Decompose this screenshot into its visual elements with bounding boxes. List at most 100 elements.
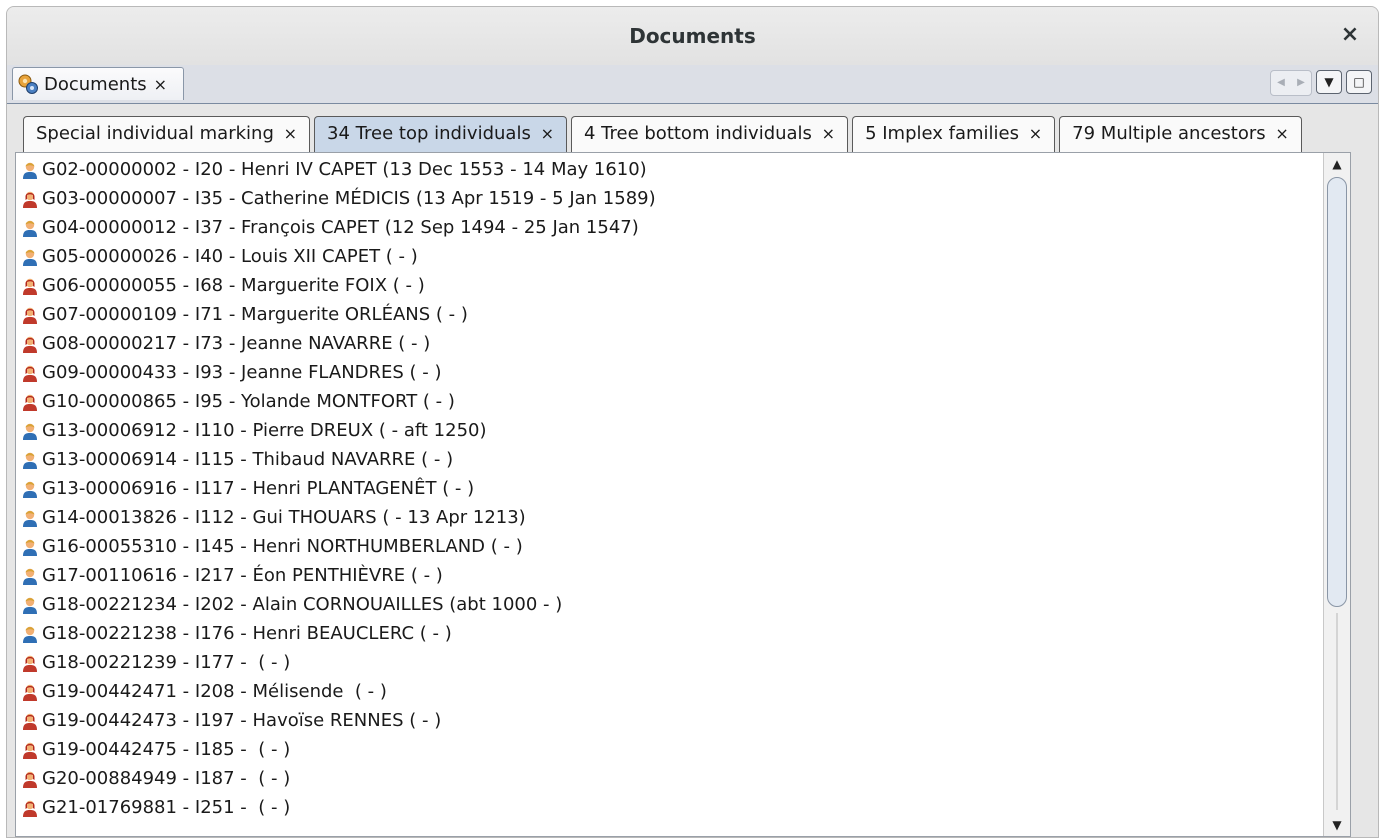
list-item-text: G10-00000865 - I95 - Yolande MONTFORT ( … bbox=[42, 391, 455, 412]
list-item[interactable]: G13-00006914 - I115 - Thibaud NAVARRE ( … bbox=[16, 445, 1322, 474]
tab-scroll-right-button[interactable]: ▶ bbox=[1291, 71, 1311, 95]
female-person-icon bbox=[22, 799, 38, 817]
tab-documents-close-button[interactable]: × bbox=[154, 75, 167, 94]
list-item-text: G04-00000012 - I37 - François CAPET (12 … bbox=[42, 217, 639, 238]
tab-scroll-buttons: ◀ ▶ bbox=[1270, 70, 1312, 96]
list-item[interactable]: G03-00000007 - I35 - Catherine MÉDICIS (… bbox=[16, 184, 1322, 213]
sub-tab-label: 4 Tree bottom individuals bbox=[583, 123, 812, 144]
list-item[interactable]: G13-00006916 - I117 - Henri PLANTAGENÊT … bbox=[16, 474, 1322, 503]
female-person-icon bbox=[22, 770, 38, 788]
list-item[interactable]: G02-00000002 - I20 - Henri IV CAPET (13 … bbox=[16, 155, 1322, 184]
sub-tab-close-button[interactable]: × bbox=[541, 124, 554, 143]
document-tab-bar: Documents × ◀ ▶ ▼ □ bbox=[7, 65, 1378, 104]
list-item[interactable]: G19-00442471 - I208 - Mélisende ( - ) bbox=[16, 677, 1322, 706]
sub-tab-label: 5 Implex families bbox=[865, 123, 1020, 144]
list-item[interactable]: G09-00000433 - I93 - Jeanne FLANDRES ( -… bbox=[16, 358, 1322, 387]
scroll-down-arrow-icon[interactable]: ▼ bbox=[1324, 814, 1350, 836]
sub-tab-close-button[interactable]: × bbox=[822, 124, 835, 143]
tab-special-individual-marking[interactable]: Special individual marking × bbox=[23, 116, 311, 152]
scrollbar-thumb[interactable] bbox=[1327, 177, 1347, 607]
male-person-icon bbox=[22, 161, 38, 179]
list-item[interactable]: G10-00000865 - I95 - Yolande MONTFORT ( … bbox=[16, 387, 1322, 416]
female-person-icon bbox=[22, 277, 38, 295]
list-item-text: G19-00442471 - I208 - Mélisende ( - ) bbox=[42, 681, 387, 702]
window-close-button[interactable]: × bbox=[1336, 21, 1364, 49]
female-person-icon bbox=[22, 741, 38, 759]
list-item-text: G13-00006916 - I117 - Henri PLANTAGENÊT … bbox=[42, 478, 475, 499]
list-item[interactable]: G21-01769881 - I251 - ( - ) bbox=[16, 793, 1322, 822]
list-item-text: G19-00442473 - I197 - Havoïse RENNES ( -… bbox=[42, 710, 442, 731]
female-person-icon bbox=[22, 190, 38, 208]
tab-documents[interactable]: Documents × bbox=[12, 67, 184, 100]
female-person-icon bbox=[22, 712, 38, 730]
list-item-text: G03-00000007 - I35 - Catherine MÉDICIS (… bbox=[42, 188, 656, 209]
sub-tab-close-button[interactable]: × bbox=[1275, 124, 1288, 143]
tab-implex-families[interactable]: 5 Implex families × bbox=[852, 116, 1056, 152]
scrollbar-track bbox=[1336, 613, 1338, 810]
list-item[interactable]: G18-00221239 - I177 - ( - ) bbox=[16, 648, 1322, 677]
list-item-text: G18-00221239 - I177 - ( - ) bbox=[42, 652, 291, 673]
list-item-text: G14-00013826 - I112 - Gui THOUARS ( - 13… bbox=[42, 507, 526, 528]
male-person-icon bbox=[22, 538, 38, 556]
list-item-text: G19-00442475 - I185 - ( - ) bbox=[42, 739, 291, 760]
list-item[interactable]: G17-00110616 - I217 - Éon PENTHIÈVRE ( -… bbox=[16, 561, 1322, 590]
sub-tab-close-button[interactable]: × bbox=[284, 124, 297, 143]
sub-tab-label: 34 Tree top individuals bbox=[327, 123, 531, 144]
list-item-text: G05-00000026 - I40 - Louis XII CAPET ( -… bbox=[42, 246, 418, 267]
window-title: Documents bbox=[629, 24, 756, 48]
tab-navigation: ◀ ▶ ▼ □ bbox=[1270, 70, 1372, 96]
list-item-text: G18-00221238 - I176 - Henri BEAUCLERC ( … bbox=[42, 623, 452, 644]
list-item-text: G18-00221234 - I202 - Alain CORNOUAILLES… bbox=[42, 594, 563, 615]
list-item-text: G13-00006912 - I110 - Pierre DREUX ( - a… bbox=[42, 420, 487, 441]
female-person-icon bbox=[22, 683, 38, 701]
list-item-text: G02-00000002 - I20 - Henri IV CAPET (13 … bbox=[42, 159, 647, 180]
list-item-text: G20-00884949 - I187 - ( - ) bbox=[42, 768, 291, 789]
list-item[interactable]: G13-00006912 - I110 - Pierre DREUX ( - a… bbox=[16, 416, 1322, 445]
list-item[interactable]: G04-00000012 - I37 - François CAPET (12 … bbox=[16, 213, 1322, 242]
list-item-text: G21-01769881 - I251 - ( - ) bbox=[42, 797, 291, 818]
sub-tab-close-button[interactable]: × bbox=[1029, 124, 1042, 143]
male-person-icon bbox=[22, 625, 38, 643]
individuals-list-panel: G02-00000002 - I20 - Henri IV CAPET (13 … bbox=[15, 152, 1351, 837]
list-item-text: G13-00006914 - I115 - Thibaud NAVARRE ( … bbox=[42, 449, 454, 470]
scroll-up-arrow-icon[interactable]: ▲ bbox=[1324, 153, 1350, 175]
individuals-list: G02-00000002 - I20 - Henri IV CAPET (13 … bbox=[16, 155, 1322, 822]
list-item-text: G08-00000217 - I73 - Jeanne NAVARRE ( - … bbox=[42, 333, 431, 354]
male-person-icon bbox=[22, 451, 38, 469]
sub-tab-label: Special individual marking bbox=[36, 123, 274, 144]
male-person-icon bbox=[22, 596, 38, 614]
tab-tree-top-individuals[interactable]: 34 Tree top individuals × bbox=[314, 116, 567, 152]
list-item[interactable]: G19-00442475 - I185 - ( - ) bbox=[16, 735, 1322, 764]
list-item[interactable]: G20-00884949 - I187 - ( - ) bbox=[16, 764, 1322, 793]
list-item[interactable]: G18-00221234 - I202 - Alain CORNOUAILLES… bbox=[16, 590, 1322, 619]
list-item[interactable]: G16-00055310 - I145 - Henri NORTHUMBERLA… bbox=[16, 532, 1322, 561]
list-item[interactable]: G05-00000026 - I40 - Louis XII CAPET ( -… bbox=[16, 242, 1322, 271]
tab-list-dropdown-button[interactable]: ▼ bbox=[1316, 70, 1342, 94]
tab-multiple-ancestors[interactable]: 79 Multiple ancestors × bbox=[1059, 116, 1302, 152]
female-person-icon bbox=[22, 364, 38, 382]
list-item[interactable]: G07-00000109 - I71 - Marguerite ORLÉANS … bbox=[16, 300, 1322, 329]
maximize-button[interactable]: □ bbox=[1346, 70, 1372, 94]
sub-tab-label: 79 Multiple ancestors bbox=[1072, 123, 1266, 144]
report-tabs: Special individual marking × 34 Tree top… bbox=[23, 112, 1306, 152]
documents-window: Documents × Documents × ◀ ▶ ▼ □ Special … bbox=[6, 6, 1379, 838]
document-content: Special individual marking × 34 Tree top… bbox=[7, 104, 1378, 837]
tab-scroll-left-button[interactable]: ◀ bbox=[1271, 71, 1291, 95]
male-person-icon bbox=[22, 219, 38, 237]
male-person-icon bbox=[22, 422, 38, 440]
tab-tree-bottom-individuals[interactable]: 4 Tree bottom individuals × bbox=[570, 116, 849, 152]
tab-documents-label: Documents bbox=[44, 73, 147, 95]
list-item[interactable]: G08-00000217 - I73 - Jeanne NAVARRE ( - … bbox=[16, 329, 1322, 358]
list-item[interactable]: G14-00013826 - I112 - Gui THOUARS ( - 13… bbox=[16, 503, 1322, 532]
vertical-scrollbar[interactable]: ▲ ▼ bbox=[1323, 153, 1350, 836]
female-person-icon bbox=[22, 306, 38, 324]
list-item-text: G07-00000109 - I71 - Marguerite ORLÉANS … bbox=[42, 304, 468, 325]
male-person-icon bbox=[22, 509, 38, 527]
list-item-text: G17-00110616 - I217 - Éon PENTHIÈVRE ( -… bbox=[42, 565, 443, 586]
list-item[interactable]: G06-00000055 - I68 - Marguerite FOIX ( -… bbox=[16, 271, 1322, 300]
list-item[interactable]: G19-00442473 - I197 - Havoïse RENNES ( -… bbox=[16, 706, 1322, 735]
female-person-icon bbox=[22, 393, 38, 411]
list-item[interactable]: G18-00221238 - I176 - Henri BEAUCLERC ( … bbox=[16, 619, 1322, 648]
male-person-icon bbox=[22, 248, 38, 266]
list-item-text: G06-00000055 - I68 - Marguerite FOIX ( -… bbox=[42, 275, 425, 296]
